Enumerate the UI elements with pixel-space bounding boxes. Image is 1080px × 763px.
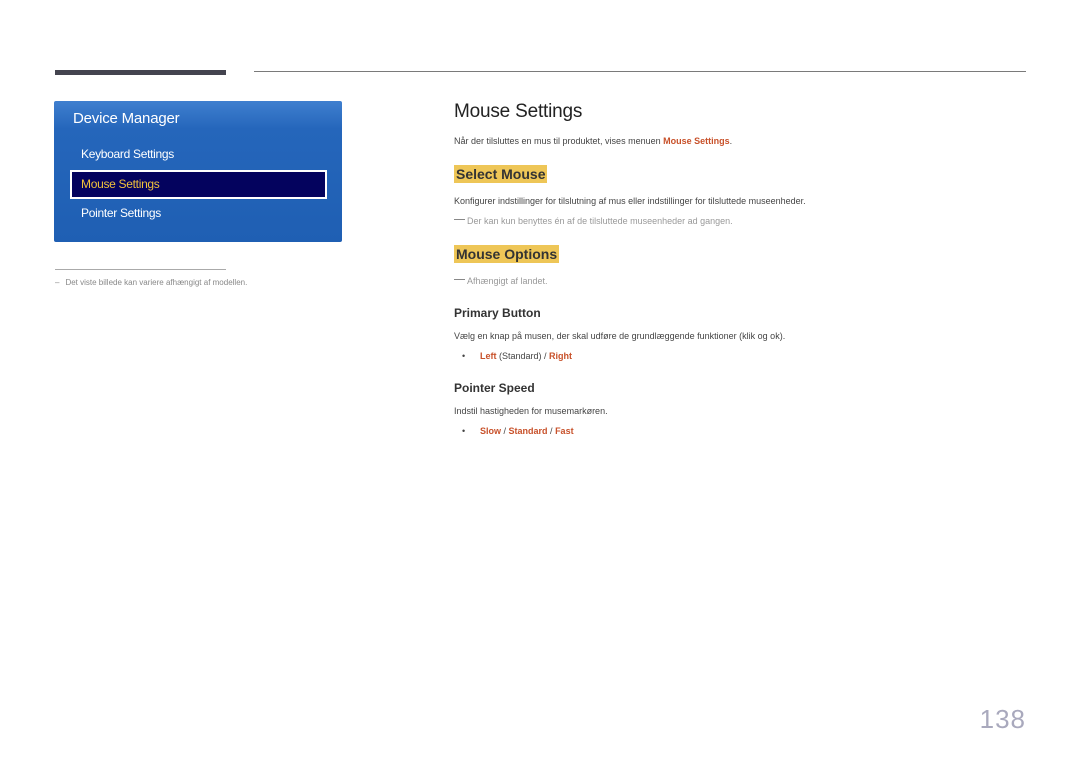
device-manager-panel: Device Manager Keyboard Settings Mouse S… <box>54 101 342 242</box>
note-dash-icon <box>454 279 465 280</box>
menu-item-keyboard-settings[interactable]: Keyboard Settings <box>81 147 174 161</box>
option-standard: Standard <box>508 426 548 436</box>
footnote-dash: – <box>55 278 60 287</box>
header-rule <box>254 71 1026 72</box>
note-text: Afhængigt af landet. <box>467 276 548 286</box>
intro-link: Mouse Settings <box>663 136 730 146</box>
note-text: Der kan kun benyttes én af de tilslutted… <box>467 216 733 226</box>
intro-body: Når der tilsluttes en mus til produktet,… <box>454 136 664 146</box>
option-fast: Fast <box>555 426 574 436</box>
option-left: Left <box>480 351 497 361</box>
select-mouse-note: Der kan kun benyttes én af de tilslutted… <box>454 216 733 226</box>
option-separator: (Standard) / <box>496 351 550 361</box>
primary-button-heading: Primary Button <box>454 306 541 320</box>
intro-end: . <box>729 136 733 146</box>
note-dash-icon <box>454 219 465 220</box>
bullet-icon: • <box>462 351 466 361</box>
pointer-speed-description: Indstil hastigheden for musemarkøren. <box>454 406 608 416</box>
select-mouse-heading: Select Mouse <box>454 165 548 183</box>
option-separator: / <box>501 426 509 436</box>
footnote: – Det viste billede kan variere afhængigt… <box>55 278 247 287</box>
footnote-text: Det viste billede kan variere afhængigt … <box>65 278 248 287</box>
menu-item-mouse-settings[interactable]: Mouse Settings <box>70 170 327 199</box>
pointer-speed-heading: Pointer Speed <box>454 381 535 395</box>
pointer-speed-options: • Slow / Standard / Fast <box>462 426 574 436</box>
primary-button-options: • Left (Standard) / Right <box>462 351 572 361</box>
mouse-options-note: Afhængigt af landet. <box>454 276 548 286</box>
menu-item-pointer-settings[interactable]: Pointer Settings <box>81 206 161 220</box>
primary-button-description: Vælg en knap på musen, der skal udføre d… <box>454 331 786 341</box>
footnote-divider <box>55 269 226 270</box>
menu-item-label: Mouse Settings <box>81 177 160 191</box>
option-slow: Slow <box>480 426 502 436</box>
header-bar-thick <box>55 70 226 75</box>
intro-text: Når der tilsluttes en mus til produktet,… <box>454 136 732 146</box>
mouse-options-heading: Mouse Options <box>454 245 560 263</box>
panel-title: Device Manager <box>73 110 180 127</box>
option-separator: / <box>547 426 556 436</box>
page-title: Mouse Settings <box>454 101 583 122</box>
option-right: Right <box>549 351 573 361</box>
bullet-icon: • <box>462 426 466 436</box>
select-mouse-description: Konfigurer indstillinger for tilslutning… <box>454 196 806 206</box>
page-number: 138 <box>979 704 1026 734</box>
